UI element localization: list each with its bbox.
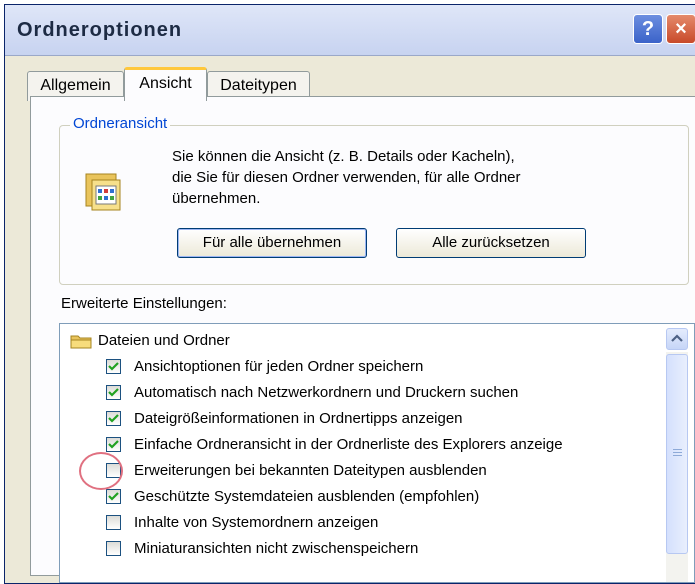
- scrollbar-thumb[interactable]: [666, 354, 688, 554]
- checkbox[interactable]: [106, 385, 121, 400]
- close-button[interactable]: ×: [666, 14, 695, 44]
- checkbox[interactable]: [106, 437, 121, 452]
- grip-line: [673, 452, 682, 453]
- folder-icon: [70, 335, 92, 349]
- list-item-label: Inhalte von Systemordnern anzeigen: [134, 514, 379, 531]
- folder-view-group: Ordneransicht Sie können die Ansicht (z.…: [59, 115, 689, 285]
- description-line: übernehmen.: [172, 190, 261, 207]
- tab-ansicht[interactable]: Ansicht: [124, 67, 207, 101]
- list-item-label: Einfache Ordneransicht in der Ordnerlist…: [134, 436, 563, 453]
- advanced-settings-label: Erweiterte Einstellungen:: [61, 295, 227, 312]
- help-button[interactable]: ?: [633, 14, 663, 44]
- description-line: die Sie für diesen Ordner verwenden, für…: [172, 169, 521, 186]
- checkbox[interactable]: [106, 541, 121, 556]
- chevron-up-icon: [671, 334, 683, 342]
- checkmark-icon: [108, 492, 119, 501]
- highlight-circle: [79, 452, 123, 490]
- folder-view-legend: Ordneransicht: [70, 115, 171, 132]
- list-item-label: Miniaturansichten nicht zwischenspeicher…: [134, 540, 419, 557]
- list-item-label: Ansichtoptionen für jeden Ordner speiche…: [134, 358, 424, 375]
- category-label: Dateien und Ordner: [98, 332, 230, 349]
- description-line: Sie können die Ansicht (z. B. Details od…: [172, 148, 515, 165]
- checkbox[interactable]: [106, 489, 121, 504]
- list-item-label: Erweiterungen bei bekannten Dateitypen a…: [134, 462, 487, 479]
- checkbox[interactable]: [106, 411, 121, 426]
- folder-view-icon: [85, 173, 121, 211]
- checkmark-icon: [108, 388, 119, 397]
- advanced-settings-list[interactable]: Dateien und Ordner Ansichtoptionen für j…: [59, 323, 695, 583]
- checkmark-icon: [108, 362, 119, 371]
- checkbox[interactable]: [106, 515, 121, 530]
- title-bar[interactable]: Ordneroptionen ? ×: [5, 5, 695, 56]
- apply-to-all-button[interactable]: Für alle übernehmen: [177, 228, 367, 258]
- scroll-up-button[interactable]: [666, 328, 688, 350]
- grip-line: [673, 455, 682, 456]
- ansicht-panel: Ordneransicht Sie können die Ansicht (z.…: [30, 96, 695, 583]
- checkbox[interactable]: [106, 359, 121, 374]
- list-item-label: Dateigrößeinformationen in Ordnertipps a…: [134, 410, 463, 427]
- reset-all-button[interactable]: Alle zurücksetzen: [396, 228, 586, 258]
- window-title: Ordneroptionen: [17, 19, 183, 41]
- list-item-label: Automatisch nach Netzwerkordnern und Dru…: [134, 384, 519, 401]
- list-item-label: Geschützte Systemdateien ausblenden (emp…: [134, 488, 480, 505]
- checkmark-icon: [108, 440, 119, 449]
- checkmark-icon: [108, 414, 119, 423]
- grip-line: [673, 449, 682, 450]
- folder-view-description: Sie können die Ansicht (z. B. Details od…: [172, 146, 592, 209]
